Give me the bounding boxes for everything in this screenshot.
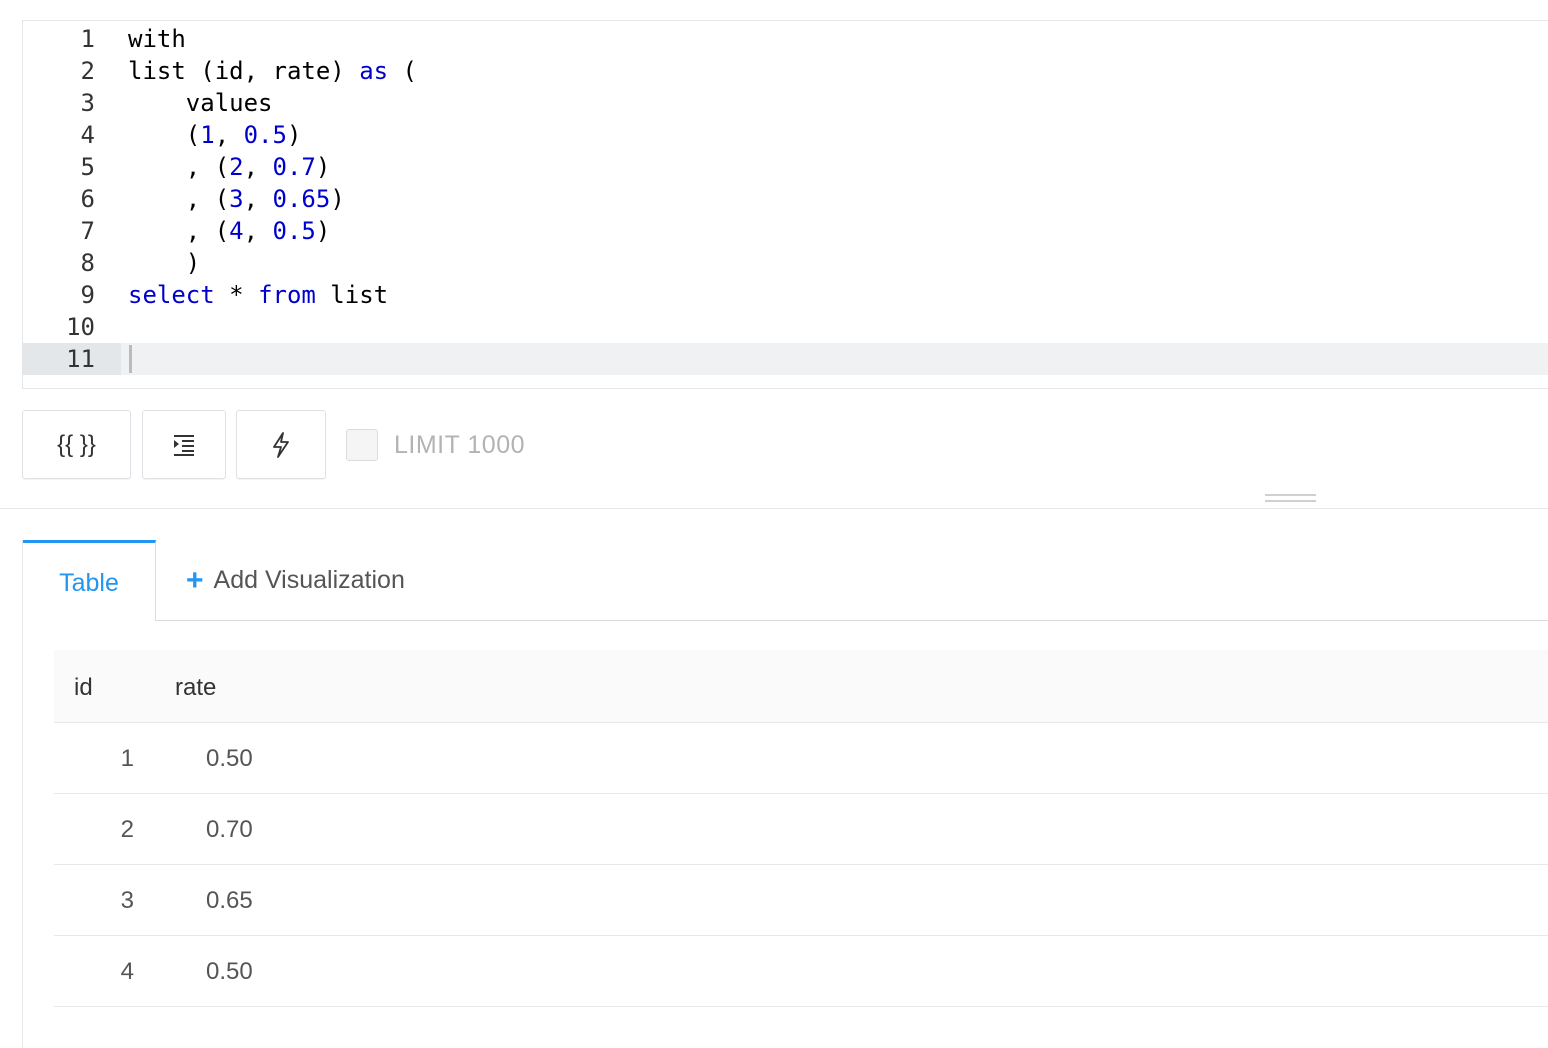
cell-rate: 0.65 (206, 887, 253, 914)
sql-text: , (243, 185, 273, 213)
query-toolbar: {{ }} LIMIT 1000 (22, 410, 622, 480)
sql-number: 2 (229, 153, 244, 181)
sql-text: ) (286, 121, 302, 149)
cell-rate: 0.50 (206, 958, 253, 985)
cell-rate: 0.50 (206, 745, 253, 772)
editor-line[interactable]: 3 values (23, 87, 1548, 119)
sql-number: 0.7 (272, 153, 316, 181)
line-code: values (128, 87, 273, 119)
sql-editor[interactable]: 1 with 2 list (id, rate) as (3 values 4 (1, … (22, 20, 1548, 389)
cell-id: 1 (120, 745, 134, 772)
line-code: , (4, 0.5) (128, 215, 331, 247)
sql-text: ) (128, 249, 201, 277)
table-row: 1 0.50 (54, 723, 1548, 794)
line-code: (1, 0.5) (128, 119, 302, 151)
sql-number: 0.5 (243, 121, 287, 149)
sql-keyword: select (128, 281, 215, 309)
sql-number: 3 (229, 185, 244, 213)
table-header: id rate (54, 650, 1548, 723)
line-number: 2 (80, 57, 95, 85)
parameter-braces-icon: {{ }} (57, 430, 96, 458)
sql-number: 0.65 (272, 185, 331, 213)
line-number: 5 (80, 153, 95, 181)
text-cursor (129, 345, 132, 373)
sql-text: ( (388, 57, 417, 85)
sql-text: , ( (128, 153, 230, 181)
editor-line[interactable]: 10 (23, 311, 1548, 343)
editor-line[interactable]: 5 , (2, 0.7) (23, 151, 1548, 183)
sql-text: list (id, rate) (128, 57, 360, 85)
autocomplete-toggle-button[interactable] (236, 410, 326, 479)
tab-table-label: Table (59, 568, 119, 597)
line-code: select * from list (128, 279, 388, 311)
sql-text: ) (330, 185, 345, 213)
cell-id: 3 (120, 887, 134, 914)
line-code: , (3, 0.65) (128, 183, 345, 215)
editor-line[interactable]: 4 (1, 0.5) (23, 119, 1548, 151)
line-number: 7 (80, 217, 95, 245)
editor-line[interactable]: 8 ) (23, 247, 1548, 279)
editor-line[interactable]: 6 , (3, 0.65) (23, 183, 1548, 215)
sql-text: , (243, 217, 273, 245)
limit-label: LIMIT 1000 (394, 430, 526, 459)
editor-line[interactable]: 1 with (23, 23, 1548, 55)
indent-icon (174, 434, 194, 456)
plus-icon: + (186, 563, 204, 597)
sql-text: , (243, 153, 273, 181)
line-code: list (id, rate) as ( (128, 55, 417, 87)
editor-resize-handle[interactable] (1265, 494, 1316, 502)
format-query-button[interactable] (142, 410, 226, 479)
editor-line[interactable]: 9 select * from list (23, 279, 1548, 311)
table-row: 4 0.50 (54, 936, 1548, 1007)
line-number: 4 (80, 121, 95, 149)
add-parameter-button[interactable]: {{ }} (22, 410, 131, 479)
table-row: 3 0.65 (54, 865, 1548, 936)
line-code: with (128, 23, 186, 55)
sql-text: ( (128, 121, 201, 149)
results-panel: Table + Add Visualization id rate 1 0.50 2… (22, 540, 1548, 1048)
sql-text: ) (315, 217, 331, 245)
line-number: 1 (80, 25, 95, 53)
line-number: 11 (23, 343, 121, 375)
visualization-tabs: Table + Add Visualization (23, 540, 1548, 622)
line-number: 8 (80, 249, 95, 277)
sql-text: , (214, 121, 244, 149)
cell-id: 4 (120, 958, 134, 985)
table-row: 2 0.70 (54, 794, 1548, 865)
column-header-rate[interactable]: rate (175, 650, 216, 726)
sql-text: ) (315, 153, 331, 181)
editor-line[interactable]: 2 list (id, rate) as ( (23, 55, 1548, 87)
sql-text: , ( (128, 217, 230, 245)
limit-checkbox[interactable] (346, 429, 378, 461)
line-number: 10 (66, 313, 95, 341)
sql-text: , ( (128, 185, 230, 213)
cell-rate: 0.70 (206, 816, 253, 843)
sql-keyword: from (258, 281, 316, 309)
line-code: , (2, 0.7) (128, 151, 331, 183)
divider (0, 508, 1548, 509)
editor-line[interactable]: 11 (23, 343, 1548, 375)
results-table: id rate 1 0.50 2 0.70 3 0.65 4 0.50 (54, 650, 1548, 1007)
sql-number: 0.5 (272, 217, 316, 245)
line-number: 3 (80, 89, 95, 117)
limit-option[interactable]: LIMIT 1000 (346, 429, 525, 461)
sql-number: 1 (200, 121, 215, 149)
lightning-icon (273, 431, 289, 458)
cell-id: 2 (120, 816, 134, 843)
add-visualization-button[interactable]: + Add Visualization (186, 540, 405, 621)
sql-text: with (128, 25, 186, 53)
sql-number: 4 (229, 217, 244, 245)
sql-text: * (214, 281, 259, 309)
sql-keyword: as (359, 57, 389, 85)
editor-line[interactable]: 7 , (4, 0.5) (23, 215, 1548, 247)
sql-text: values (128, 89, 273, 117)
column-header-id[interactable]: id (74, 650, 93, 726)
line-code: ) (128, 247, 200, 279)
line-number: 6 (80, 185, 95, 213)
tab-table[interactable]: Table (23, 540, 156, 622)
line-number: 9 (80, 281, 95, 309)
sql-text: list (315, 281, 389, 309)
add-visualization-label: Add Visualization (213, 566, 405, 594)
